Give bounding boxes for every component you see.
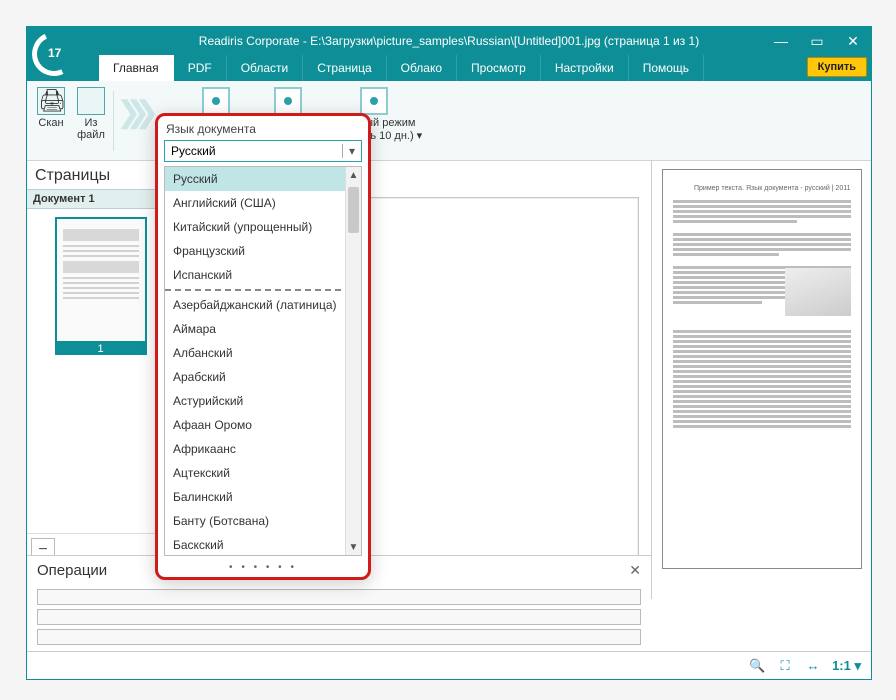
language-scrollbar[interactable]: ▲ ▼ — [345, 167, 361, 555]
pages-panel: Страницы Документ 1 1 − 🗑 Удалить все — [27, 161, 175, 599]
language-option[interactable]: Ацтекский — [165, 461, 361, 485]
tab-view[interactable]: Просмотр — [457, 55, 541, 81]
preview-panel: Пример текста. Язык документа - русский … — [651, 161, 871, 599]
language-option[interactable]: Испанский — [165, 263, 361, 287]
trial-icon — [360, 87, 388, 115]
language-select[interactable]: Русский — [164, 140, 362, 162]
language-option[interactable]: Французский — [165, 239, 361, 263]
operations-close-icon[interactable]: ✕ — [629, 562, 641, 579]
maximize-button[interactable]: ▭ — [799, 27, 835, 55]
language-option[interactable]: Астурийский — [165, 389, 361, 413]
language-option[interactable]: Баскский — [165, 533, 361, 556]
ribbon-scan[interactable]: 🖨 Скан — [31, 87, 71, 129]
tab-pdf[interactable]: PDF — [174, 55, 227, 81]
tab-strip: Главная PDF Области Страница Облако Прос… — [27, 55, 871, 81]
operations-title: Операции — [37, 562, 107, 579]
close-button[interactable]: ✕ — [835, 27, 871, 55]
resize-grip-icon[interactable]: • • • • • • — [158, 560, 368, 577]
language-option[interactable]: Аймара — [165, 317, 361, 341]
thumbnail-number: 1 — [55, 343, 147, 355]
page-thumbnail[interactable] — [55, 217, 147, 343]
document-tab[interactable]: Документ 1 — [27, 189, 174, 209]
window-title: Readiris Corporate - E:\Загрузки\picture… — [199, 34, 699, 48]
language-option[interactable]: Русский — [165, 167, 361, 191]
tab-help[interactable]: Помощь — [629, 55, 704, 81]
output-icon — [274, 87, 302, 115]
list-separator — [165, 289, 361, 291]
language-option[interactable]: Балинский — [165, 485, 361, 509]
language-option[interactable]: Банту (Ботсвана) — [165, 509, 361, 533]
language-dropdown-panel: Язык документа Русский Русский Английски… — [155, 113, 371, 580]
language-option[interactable]: Английский (США) — [165, 191, 361, 215]
status-bar: 🔍 ⛶ ↔ 1:1 ▾ — [27, 651, 871, 679]
language-option[interactable]: Арабский — [165, 365, 361, 389]
operation-slot[interactable] — [37, 609, 641, 625]
tab-areas[interactable]: Области — [227, 55, 304, 81]
zoom-icon[interactable]: 🔍 — [748, 657, 766, 675]
language-list: Русский Английский (США) Китайский (упро… — [164, 166, 362, 556]
operation-slot[interactable] — [37, 629, 641, 645]
zoom-ratio[interactable]: 1:1 ▾ — [832, 658, 861, 674]
title-bar: 17 Readiris Corporate - E:\Загрузки\pict… — [27, 27, 871, 55]
scroll-down-icon[interactable]: ▼ — [346, 539, 361, 555]
scroll-up-icon[interactable]: ▲ — [346, 167, 361, 183]
app-logo: 17 — [26, 26, 98, 80]
language-option[interactable]: Китайский (упрощенный) — [165, 215, 361, 239]
tools-icon — [202, 87, 230, 115]
pages-title: Страницы — [27, 161, 174, 189]
ribbon: 🖨 Скан Из файл ❯❯❯ Инструменты Выходной … — [27, 81, 871, 161]
ribbon-from-file[interactable]: Из файл — [71, 87, 111, 141]
language-label: Язык документа — [158, 116, 368, 140]
file-icon — [77, 87, 105, 115]
tab-cloud[interactable]: Облако — [387, 55, 457, 81]
language-option[interactable]: Азербайджанский (латиница) — [165, 293, 361, 317]
scanner-icon: 🖨 — [37, 87, 65, 115]
fit-screen-icon[interactable]: ⛶ — [776, 657, 794, 675]
language-option[interactable]: Афаан Оромо — [165, 413, 361, 437]
tab-page[interactable]: Страница — [303, 55, 386, 81]
language-option[interactable]: Африкаанс — [165, 437, 361, 461]
operation-slot[interactable] — [37, 589, 641, 605]
tab-main[interactable]: Главная — [99, 55, 174, 81]
tab-settings[interactable]: Настройки — [541, 55, 629, 81]
app-window: 17 Readiris Corporate - E:\Загрузки\pict… — [26, 26, 872, 680]
preview-document[interactable]: Пример текста. Язык документа - русский … — [662, 169, 862, 569]
fit-width-icon[interactable]: ↔ — [804, 657, 822, 675]
buy-button[interactable]: Купить — [807, 57, 867, 77]
language-option[interactable]: Албанский — [165, 341, 361, 365]
minimize-button[interactable]: — — [763, 27, 799, 55]
